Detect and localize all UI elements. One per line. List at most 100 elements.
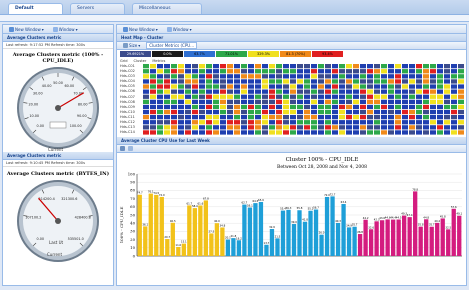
heatmap-cell[interactable] (227, 94, 233, 99)
chart-bar[interactable] (242, 204, 247, 256)
heatmap-cell[interactable] (283, 64, 289, 69)
heatmap-cell[interactable] (276, 109, 282, 115)
heatmap-cell[interactable] (171, 79, 177, 84)
chart-bar[interactable] (159, 196, 164, 256)
heatmap-cell[interactable] (178, 115, 184, 120)
heatmap-cell[interactable] (227, 74, 233, 79)
heatmap-cell[interactable] (178, 104, 184, 110)
heatmap-cell[interactable] (423, 99, 429, 104)
heatmap-cell[interactable] (178, 89, 184, 94)
heatmap-cell[interactable] (409, 130, 415, 135)
heatmap-cell[interactable] (311, 69, 317, 74)
heatmap-cell[interactable] (423, 84, 429, 89)
heatmap-cell[interactable] (276, 69, 282, 74)
heatmap-cell[interactable] (248, 104, 254, 110)
heatmap-cell[interactable] (437, 64, 443, 69)
heatmap-cell[interactable] (367, 130, 373, 135)
heatmap-cell[interactable] (290, 89, 296, 94)
heatmap-cell[interactable] (234, 89, 240, 94)
heatmap-cell[interactable] (367, 99, 373, 104)
chart-bar[interactable] (418, 226, 423, 256)
heatmap-cell[interactable] (367, 89, 373, 94)
heatmap-cell[interactable] (150, 115, 156, 120)
heatmap-cell[interactable] (304, 120, 310, 125)
heatmap-cell[interactable] (311, 130, 317, 135)
heatmap-cell[interactable] (192, 94, 198, 99)
size-button[interactable]: Size ▾ (120, 42, 143, 49)
heatmap-cell[interactable] (262, 89, 268, 94)
heatmap-cell[interactable] (248, 99, 254, 104)
heatmap-cell[interactable] (311, 99, 317, 104)
heatmap-cell[interactable] (437, 89, 443, 94)
heatmap-cell[interactable] (276, 125, 282, 130)
heatmap-cell[interactable] (143, 79, 149, 84)
heatmap-cell[interactable] (227, 125, 233, 130)
heatmap-cell[interactable] (143, 130, 149, 135)
heatmap-cell[interactable] (304, 64, 310, 69)
heatmap-cell[interactable] (192, 74, 198, 79)
heatmap-cell[interactable] (220, 94, 226, 99)
heatmap-cell[interactable] (255, 79, 261, 84)
heatmap-cell[interactable] (297, 64, 303, 69)
heatmap-cell[interactable] (178, 109, 184, 115)
heatmap-cell[interactable] (178, 120, 184, 125)
heatmap-cell[interactable] (423, 94, 429, 99)
heatmap-cell[interactable] (367, 104, 373, 110)
heatmap-cell[interactable] (416, 79, 422, 84)
chart-bar[interactable] (203, 200, 209, 256)
heatmap-cell[interactable] (199, 64, 205, 69)
heatmap-cell[interactable] (388, 64, 394, 69)
heatmap-cell[interactable] (395, 109, 401, 115)
heatmap-cell[interactable] (164, 115, 170, 120)
heatmap-cell[interactable] (213, 125, 219, 130)
heatmap-cell[interactable] (423, 64, 429, 69)
heatmap-cell[interactable] (276, 130, 282, 135)
heatmap-cell[interactable] (255, 104, 261, 110)
heatmap-cell[interactable] (262, 104, 268, 110)
heatmap-cell[interactable] (451, 104, 457, 110)
heatmap-cell[interactable] (444, 94, 450, 99)
heatmap-cell[interactable] (353, 84, 359, 89)
heatmap-cell[interactable] (311, 89, 317, 94)
heatmap-cell[interactable] (430, 104, 436, 110)
heatmap-cell[interactable] (339, 74, 345, 79)
chart-bar[interactable] (346, 227, 352, 256)
heatmap-cell[interactable] (367, 115, 373, 120)
heatmap-cell[interactable] (185, 79, 191, 84)
heatmap-cell[interactable] (234, 115, 240, 120)
heatmap-cell[interactable] (458, 109, 464, 115)
chart-bar[interactable] (457, 215, 462, 256)
heatmap-cell[interactable] (360, 99, 366, 104)
heatmap-cell[interactable] (437, 79, 443, 84)
heatmap-cell[interactable] (255, 120, 261, 125)
heatmap-cell[interactable] (437, 84, 443, 89)
heatmap-cell[interactable] (234, 94, 240, 99)
heatmap-cell[interactable] (178, 84, 184, 89)
heatmap-cell[interactable] (451, 64, 457, 69)
heatmap-cell[interactable] (255, 64, 261, 69)
heatmap-cell[interactable] (262, 130, 268, 135)
heatmap-cell[interactable] (395, 130, 401, 135)
heatmap-cell[interactable] (381, 89, 387, 94)
heatmap-cell[interactable] (143, 115, 149, 120)
heatmap-cell[interactable] (185, 104, 191, 110)
heatmap-cell[interactable] (150, 99, 156, 104)
heatmap-cell[interactable] (255, 130, 261, 135)
heatmap-cell[interactable] (150, 84, 156, 89)
heatmap-cell[interactable] (402, 130, 408, 135)
heatmap-cell[interactable] (367, 74, 373, 79)
heatmap-cell[interactable] (283, 99, 289, 104)
heatmap-cell[interactable] (325, 64, 331, 69)
heatmap-cell[interactable] (430, 64, 436, 69)
heatmap-cell[interactable] (423, 69, 429, 74)
heatmap-cell[interactable] (388, 69, 394, 74)
heatmap-cell[interactable] (409, 125, 415, 130)
heatmap-cell[interactable] (234, 125, 240, 130)
heatmap-cell[interactable] (353, 115, 359, 120)
heatmap-cell[interactable] (353, 104, 359, 110)
heatmap-cell[interactable] (192, 99, 198, 104)
chart-bar[interactable] (275, 238, 280, 256)
heatmap-cell[interactable] (143, 125, 149, 130)
heatmap-cell[interactable] (241, 115, 247, 120)
heatmap-cell[interactable] (290, 120, 296, 125)
